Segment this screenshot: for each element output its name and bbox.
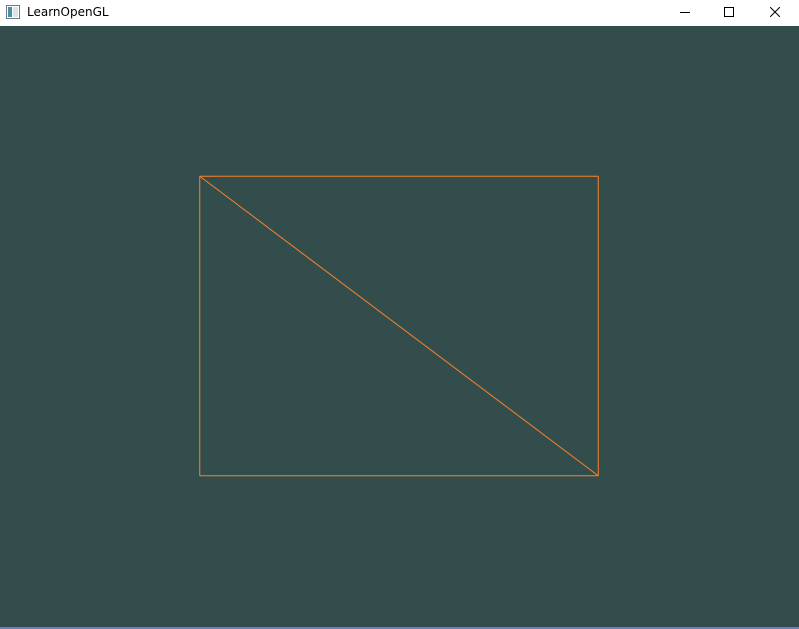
maximize-icon (724, 7, 734, 17)
minimize-icon (680, 12, 690, 13)
opengl-viewport[interactable] (0, 26, 799, 627)
maximize-button[interactable] (706, 0, 752, 24)
minimize-button[interactable] (662, 0, 708, 24)
window-title: LearnOpenGL (27, 5, 109, 19)
render-canvas (0, 26, 799, 627)
close-button[interactable] (752, 0, 798, 24)
title-bar[interactable]: LearnOpenGL (0, 0, 799, 26)
application-window: LearnOpenGL (0, 0, 799, 629)
close-icon (770, 7, 780, 17)
window-app-icon (6, 5, 20, 19)
